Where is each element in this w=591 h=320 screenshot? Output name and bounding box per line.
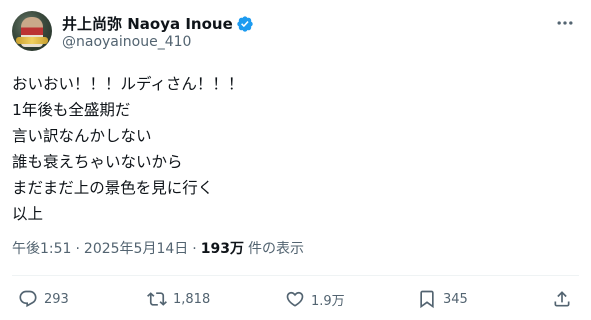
tweet-line: 以上 bbox=[12, 205, 44, 223]
display-name[interactable]: 井上尚弥 Naoya Inoue bbox=[62, 13, 233, 34]
tweet-line: まだまだ上の景色を見に行く bbox=[12, 179, 214, 197]
reply-icon bbox=[19, 290, 37, 308]
like-button[interactable]: 1.9万 bbox=[285, 286, 345, 312]
tweet-text: おいおい！！！ルディさん！！！ 1年後も全盛期だ 言い訳なんかしない 誰も衰えち… bbox=[12, 71, 579, 227]
user-handle[interactable]: @naoyainoue_410 bbox=[62, 34, 191, 50]
tweet-date[interactable]: 2025年5月14日 bbox=[84, 238, 188, 258]
tweet-line: 誰も衰えちゃいないから bbox=[12, 153, 183, 171]
bookmark-button[interactable]: 345 bbox=[417, 286, 468, 312]
tweet-line: 言い訳なんかしない bbox=[12, 127, 152, 145]
meta-separator: · bbox=[75, 241, 80, 257]
like-count: 1.9万 bbox=[311, 293, 345, 309]
verified-badge-icon bbox=[237, 15, 253, 32]
action-bar: 293 1,818 1.9万 345 bbox=[12, 286, 579, 312]
views-count[interactable]: 193万 bbox=[201, 238, 244, 258]
retweet-button[interactable]: 1,818 bbox=[147, 286, 210, 312]
more-options-icon[interactable] bbox=[553, 11, 577, 35]
tweet-header: 井上尚弥 Naoya Inoue @naoyainoue_410 bbox=[12, 11, 579, 59]
views-label: 件の表示 bbox=[247, 241, 304, 257]
retweet-count: 1,818 bbox=[173, 291, 211, 307]
heart-icon bbox=[286, 291, 304, 307]
name-row: 井上尚弥 Naoya Inoue bbox=[62, 13, 254, 34]
ellipsis-icon bbox=[557, 21, 573, 25]
share-button[interactable] bbox=[552, 286, 572, 312]
reply-button[interactable]: 293 bbox=[18, 286, 69, 312]
reply-count: 293 bbox=[44, 291, 69, 307]
bookmark-icon bbox=[420, 290, 434, 309]
tweet-meta: 午後1:51 · 2025年5月14日 · 193万 件の表示 bbox=[12, 238, 304, 258]
bookmark-count: 345 bbox=[443, 291, 468, 307]
share-icon bbox=[554, 291, 570, 307]
tweet-time[interactable]: 午後1:51 bbox=[12, 238, 71, 258]
retweet-icon bbox=[147, 292, 167, 306]
tweet-line: おいおい！！！ルディさん！！！ bbox=[12, 75, 244, 93]
avatar[interactable] bbox=[12, 11, 52, 51]
divider bbox=[12, 275, 579, 276]
meta-separator: · bbox=[192, 241, 197, 257]
tweet-line: 1年後も全盛期だ bbox=[12, 101, 131, 119]
avatar-belt bbox=[16, 37, 48, 44]
